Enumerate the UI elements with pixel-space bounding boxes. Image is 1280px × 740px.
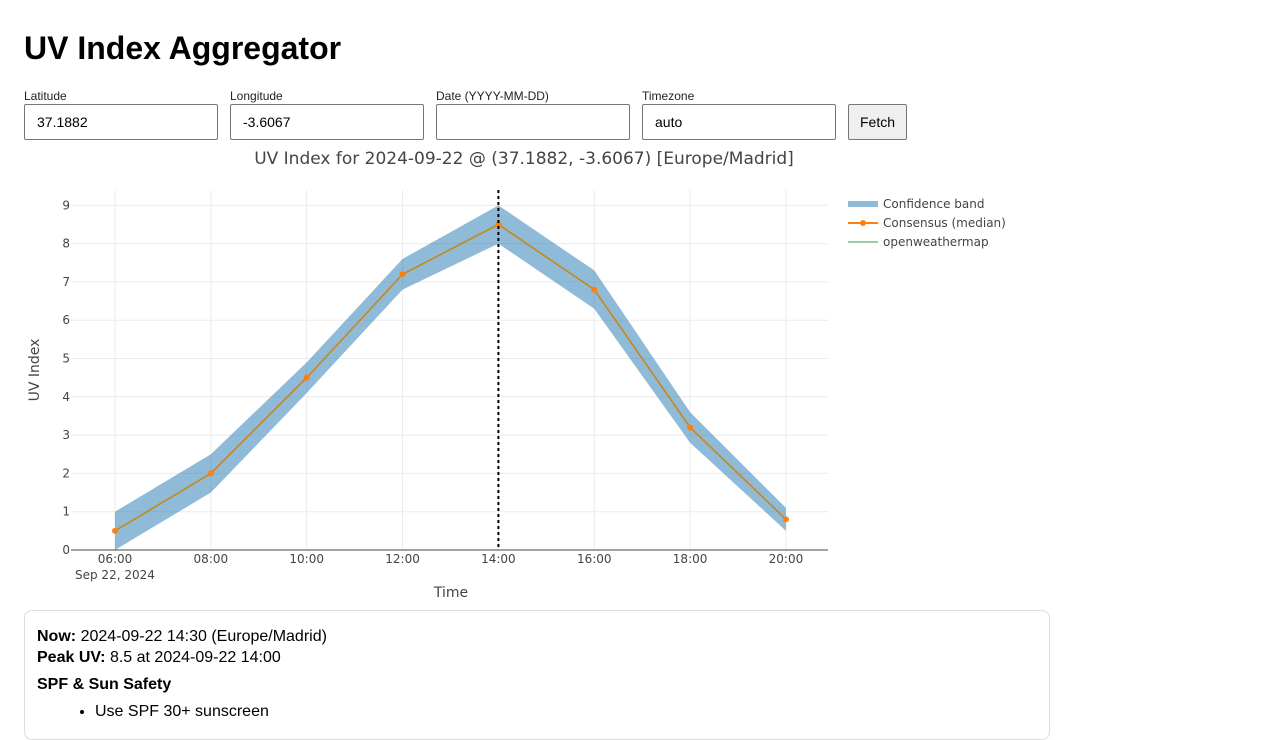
confidence-band <box>115 205 786 550</box>
page-title: UV Index Aggregator <box>24 30 342 66</box>
latitude-field: Latitude <box>24 89 218 140</box>
y-tick-label: 2 <box>62 466 70 480</box>
legend-item[interactable]: Consensus (median) <box>848 216 1006 230</box>
y-tick-label: 6 <box>62 313 70 327</box>
consensus-point <box>399 271 406 278</box>
y-tick-label: 5 <box>62 352 70 366</box>
y-tick-label: 7 <box>62 275 70 289</box>
now-value: 2024-09-22 14:30 (Europe/Madrid) <box>80 628 327 645</box>
y-tick-label: 3 <box>62 428 70 442</box>
fetch-button[interactable]: Fetch <box>848 104 907 140</box>
longitude-input[interactable] <box>230 104 424 140</box>
y-tick-label: 8 <box>62 237 70 251</box>
timezone-input[interactable] <box>642 104 836 140</box>
consensus-point <box>782 516 789 523</box>
longitude-field: Longitude <box>230 89 424 140</box>
now-line: Now: 2024-09-22 14:30 (Europe/Madrid) <box>37 626 1037 647</box>
consensus-point <box>207 470 214 477</box>
date-field: Date (YYYY-MM-DD) <box>436 89 630 140</box>
x-axis-date-label: Sep 22, 2024 <box>75 568 155 582</box>
y-tick-label: 4 <box>62 390 70 404</box>
legend-marker <box>860 220 866 226</box>
peak-value: 8.5 at 2024-09-22 14:00 <box>109 649 281 666</box>
consensus-point <box>591 286 598 293</box>
uv-chart[interactable]: UV Index for 2024-09-22 @ (37.1882, -3.6… <box>0 140 1280 610</box>
timezone-label: Timezone <box>642 89 695 103</box>
date-label: Date (YYYY-MM-DD) <box>436 89 549 103</box>
spf-tip-item: Use SPF 30+ sunscreen <box>95 701 1037 722</box>
consensus-point <box>303 374 310 381</box>
timezone-field: Timezone <box>642 89 836 140</box>
x-axis-label: Time <box>433 585 468 601</box>
latitude-input[interactable] <box>24 104 218 140</box>
x-tick-label: 20:00 <box>769 552 804 566</box>
legend-swatch <box>848 201 878 207</box>
legend-item[interactable]: openweathermap <box>848 235 989 249</box>
latitude-label: Latitude <box>24 89 67 103</box>
peak-line: Peak UV: 8.5 at 2024-09-22 14:00 <box>37 647 1037 668</box>
x-tick-label: 06:00 <box>98 552 133 566</box>
chart-title: UV Index for 2024-09-22 @ (37.1882, -3.6… <box>254 149 794 169</box>
x-tick-label: 10:00 <box>289 552 324 566</box>
spf-tips-list: Use SPF 30+ sunscreen <box>37 701 1037 722</box>
peak-label: Peak UV: <box>37 649 106 666</box>
summary-card: Now: 2024-09-22 14:30 (Europe/Madrid) Pe… <box>24 610 1050 740</box>
legend-label: Confidence band <box>883 197 984 211</box>
x-tick-label: 14:00 <box>481 552 516 566</box>
consensus-point <box>112 527 118 534</box>
x-tick-label: 12:00 <box>385 552 420 566</box>
y-tick-label: 9 <box>62 198 70 212</box>
longitude-label: Longitude <box>230 89 283 103</box>
y-tick-label: 1 <box>62 505 70 519</box>
now-label: Now: <box>37 628 77 645</box>
legend-item[interactable]: Confidence band <box>848 197 984 211</box>
consensus-point <box>687 424 694 431</box>
x-tick-label: 16:00 <box>577 552 612 566</box>
spf-heading: SPF & Sun Safety <box>37 676 172 693</box>
date-input[interactable] <box>436 104 630 140</box>
chart-legend[interactable]: Confidence band Consensus (median) openwea… <box>848 197 1006 249</box>
uv-chart-svg[interactable]: UV Index for 2024-09-22 @ (37.1882, -3.6… <box>0 140 1280 610</box>
y-tick-label: 0 <box>62 543 70 557</box>
confidence-band-layer <box>115 205 786 550</box>
x-tick-label: 08:00 <box>194 552 229 566</box>
x-tick-label: 18:00 <box>673 552 708 566</box>
legend-label: openweathermap <box>883 235 989 249</box>
legend-label: Consensus (median) <box>883 216 1006 230</box>
y-axis-label: UV Index <box>27 339 43 402</box>
